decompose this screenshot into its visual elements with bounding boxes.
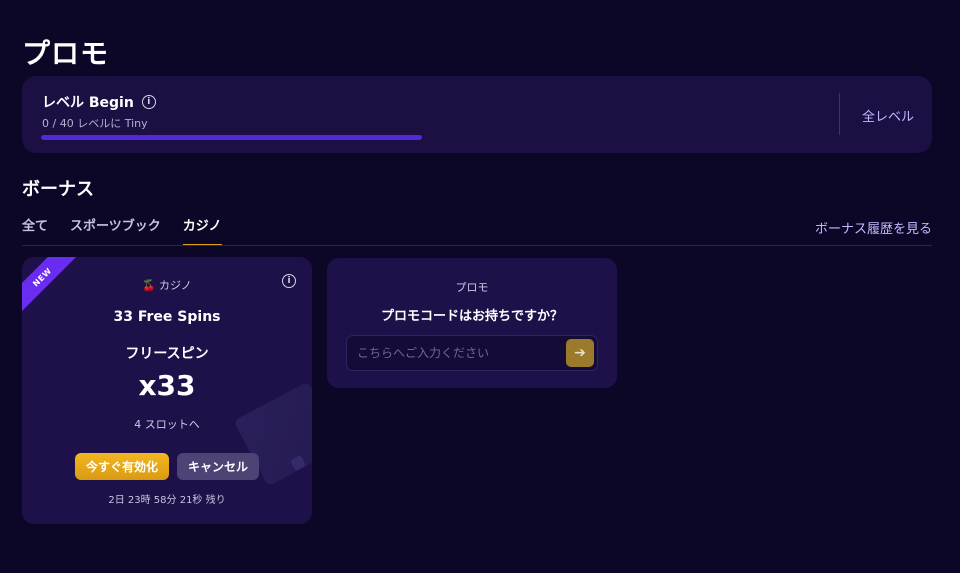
bonus-multiplier: x33 bbox=[138, 369, 196, 402]
info-icon[interactable]: i bbox=[141, 95, 156, 109]
bonus-actions: 今すぐ有効化 キャンセル bbox=[22, 453, 312, 480]
promo-submit-button[interactable]: ➔ bbox=[566, 339, 594, 367]
bonus-tabs: 全て スポーツブック カジノ bbox=[22, 212, 222, 246]
promo-code-input[interactable] bbox=[357, 336, 557, 370]
level-title-row: レベル Begin i bbox=[42, 92, 156, 112]
cherry-icon: 🍒 bbox=[142, 279, 156, 292]
level-progress-fill bbox=[41, 135, 422, 140]
bonus-type: フリースピン bbox=[125, 346, 209, 362]
tabs-divider bbox=[22, 245, 932, 246]
promo-page: プロモ レベル Begin i 0 / 40 レベルに Tiny 全レベル ボー… bbox=[0, 0, 960, 573]
bonus-history-link[interactable]: ボーナス履歴を見る bbox=[815, 218, 932, 237]
bonus-name: 33 Free Spins bbox=[113, 309, 221, 325]
level-progress-text: 0 / 40 レベルに Tiny bbox=[42, 117, 148, 130]
promo-code-card: プロモ プロモコードはお持ちですか？ ➔ bbox=[327, 258, 617, 388]
bonus-target: 4 スロットへ bbox=[134, 418, 200, 431]
page-title: プロモ bbox=[22, 37, 110, 70]
all-levels-link[interactable]: 全レベル bbox=[862, 106, 914, 125]
level-divider bbox=[839, 93, 840, 135]
promo-label: プロモ bbox=[455, 281, 489, 294]
bonus-category: 🍒 カジノ bbox=[22, 277, 312, 293]
bonus-info-icon[interactable]: i bbox=[282, 274, 296, 288]
bonus-card: NEW 🍒 カジノ i 33 Free Spins フリースピン x33 4 スロ… bbox=[22, 257, 312, 524]
arrow-right-icon: ➔ bbox=[574, 345, 586, 361]
promo-question: プロモコードはお持ちですか？ bbox=[380, 309, 563, 324]
cancel-button[interactable]: キャンセル bbox=[177, 453, 260, 480]
level-card: レベル Begin i 0 / 40 レベルに Tiny 全レベル bbox=[22, 76, 932, 153]
level-progress-bar bbox=[41, 135, 422, 140]
tab-sportsbook[interactable]: スポーツブック bbox=[70, 212, 161, 246]
activate-button[interactable]: 今すぐ有効化 bbox=[74, 453, 169, 480]
tab-casino[interactable]: カジノ bbox=[182, 212, 222, 246]
tab-all[interactable]: 全て bbox=[22, 212, 48, 246]
bonus-category-label: カジノ bbox=[158, 279, 192, 292]
level-title: レベル Begin bbox=[42, 95, 134, 111]
promo-input-wrapper: ➔ bbox=[346, 335, 598, 371]
bonus-timer: 2日 23時 58分 21秒 残り bbox=[108, 495, 226, 506]
bonus-section-title: ボーナス bbox=[22, 179, 94, 200]
